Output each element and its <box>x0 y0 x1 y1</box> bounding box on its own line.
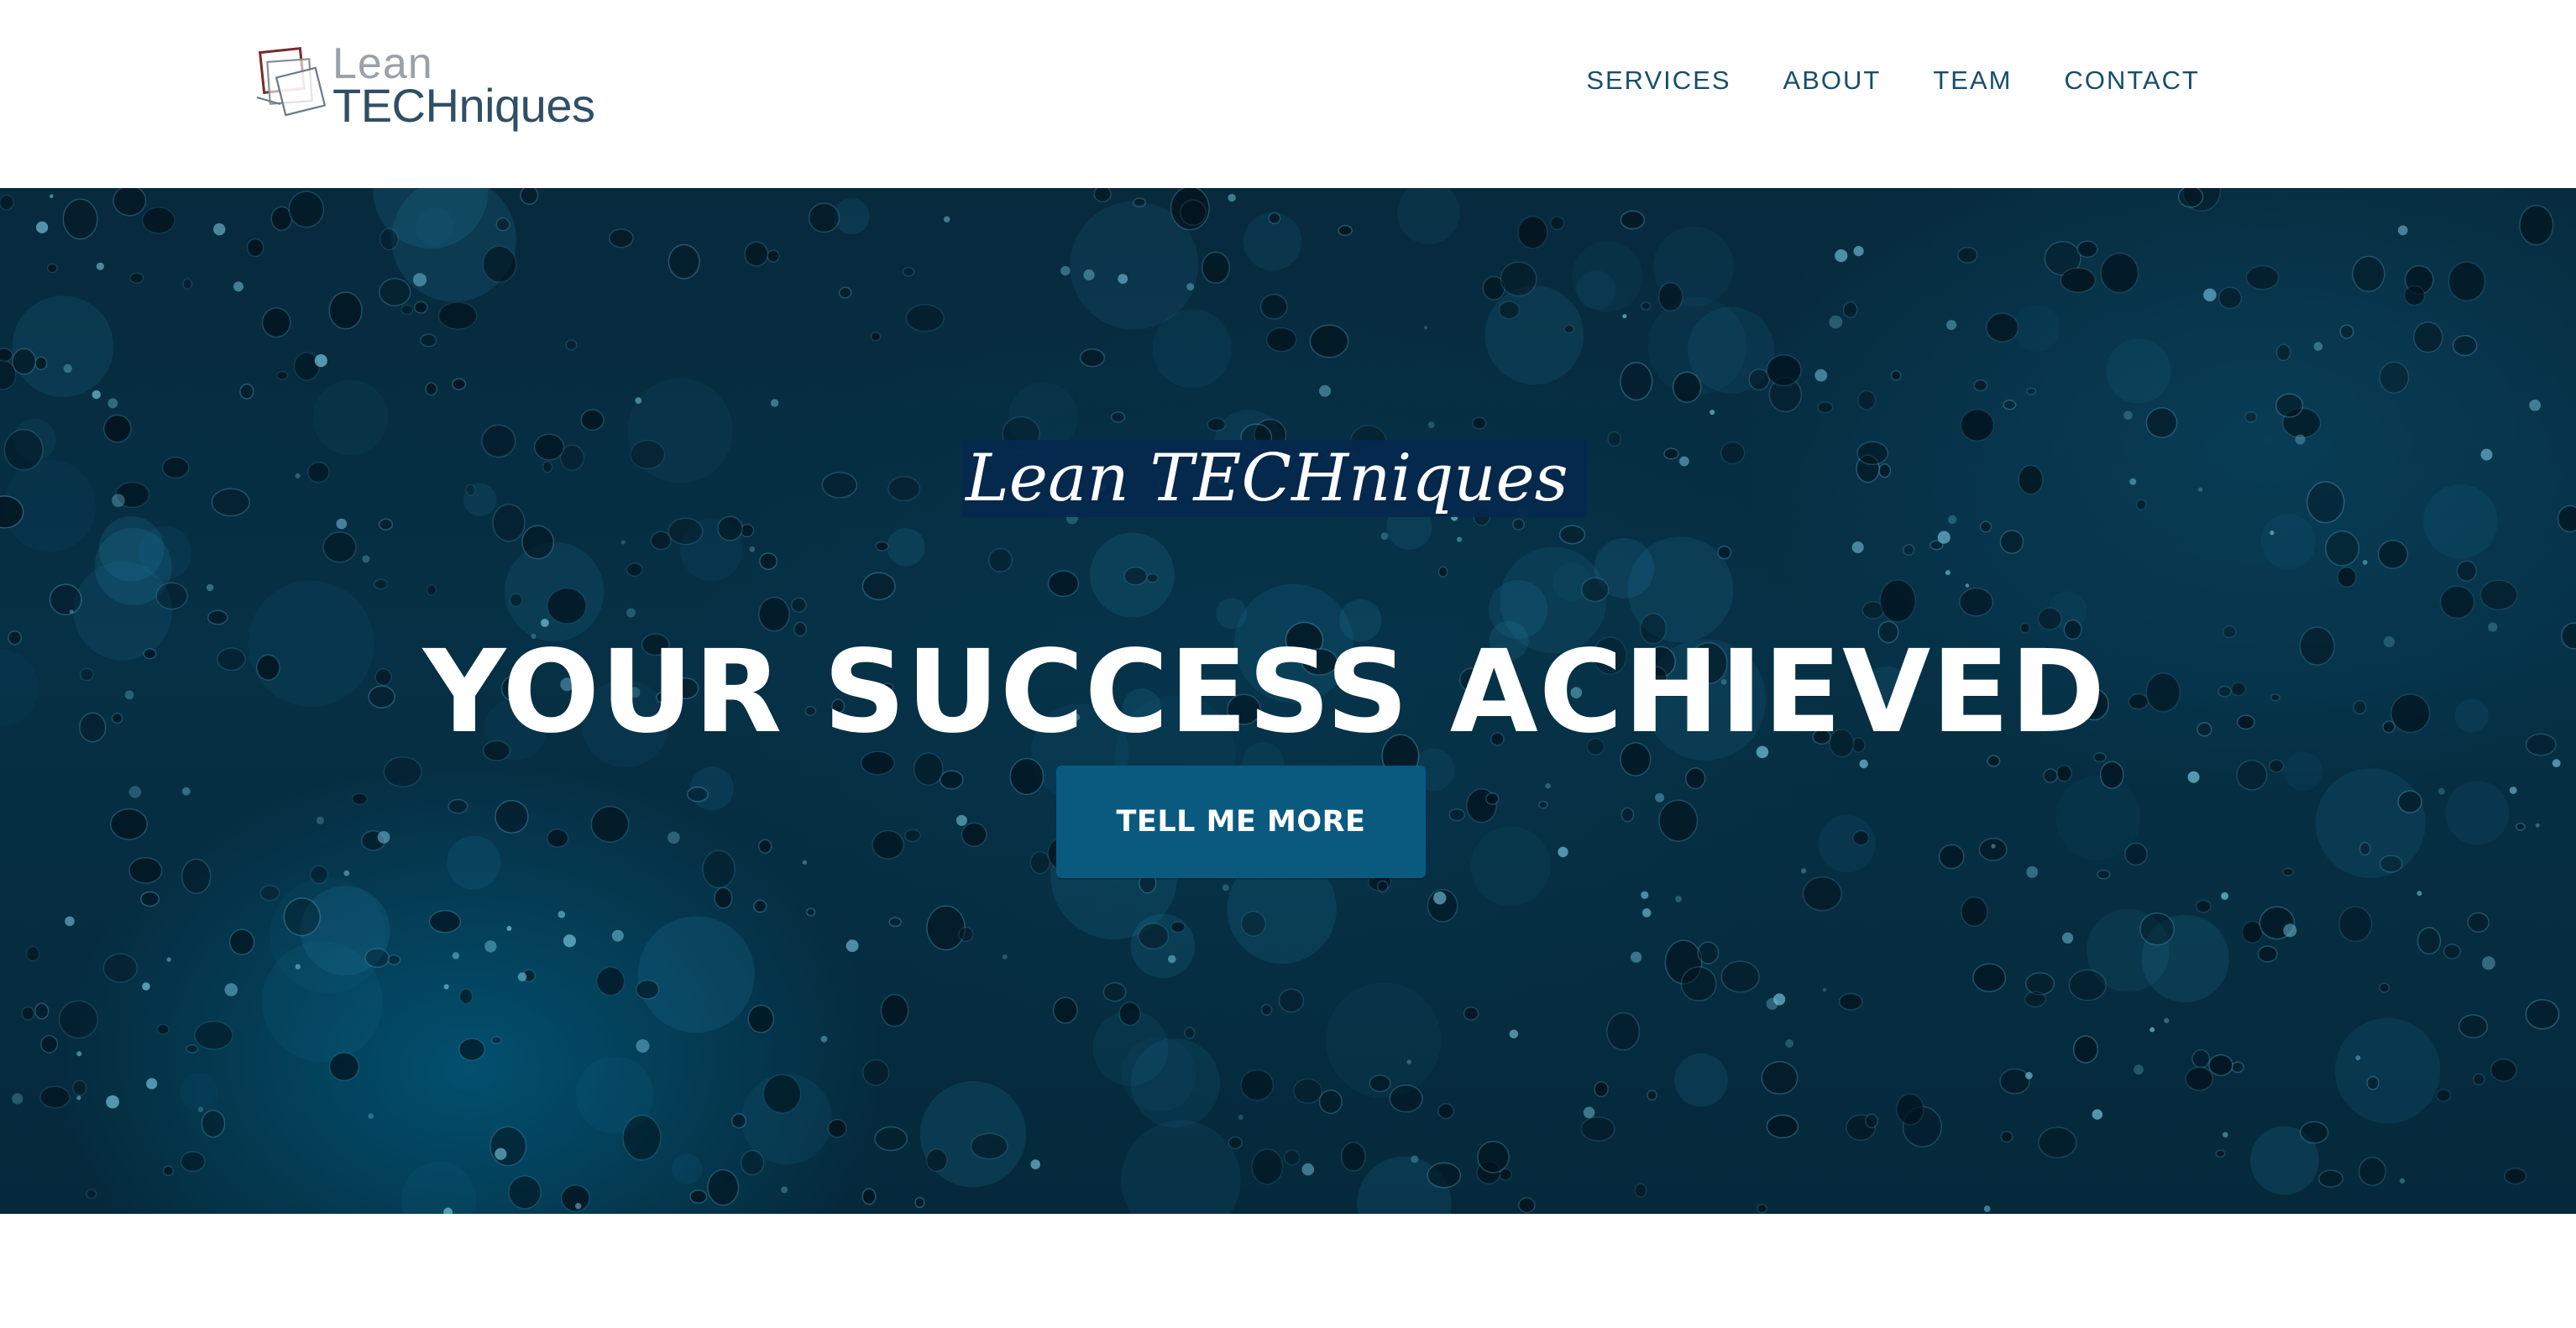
hero-section: Lean TECHniques YOUR SUCCESS ACHIEVED TE… <box>0 188 2576 1214</box>
logo-text-techniques: TECHniques <box>332 79 595 132</box>
nav-item-about[interactable]: ABOUT <box>1783 65 1882 96</box>
page: Lean TECHniques SERVICES ABOUT TEAM CONT… <box>0 0 2576 1328</box>
hero-content: Lean TECHniques YOUR SUCCESS ACHIEVED TE… <box>0 188 2576 1214</box>
site-header: Lean TECHniques SERVICES ABOUT TEAM CONT… <box>0 0 2576 188</box>
logo-link[interactable]: Lean TECHniques <box>255 39 608 138</box>
nav-item-team[interactable]: TEAM <box>1933 65 2012 96</box>
main-nav: SERVICES ABOUT TEAM CONTACT <box>1586 60 2200 101</box>
below-hero-section <box>0 1214 2576 1328</box>
hero-tagline: Lean TECHniques <box>962 440 1587 517</box>
hero-headline: YOUR SUCCESS ACHIEVED <box>422 626 2107 760</box>
nav-item-contact[interactable]: CONTACT <box>2064 65 2200 96</box>
tell-me-more-button[interactable]: TELL ME MORE <box>1056 766 1426 878</box>
nav-item-services[interactable]: SERVICES <box>1586 65 1730 96</box>
logo-cubes-icon <box>256 46 327 117</box>
